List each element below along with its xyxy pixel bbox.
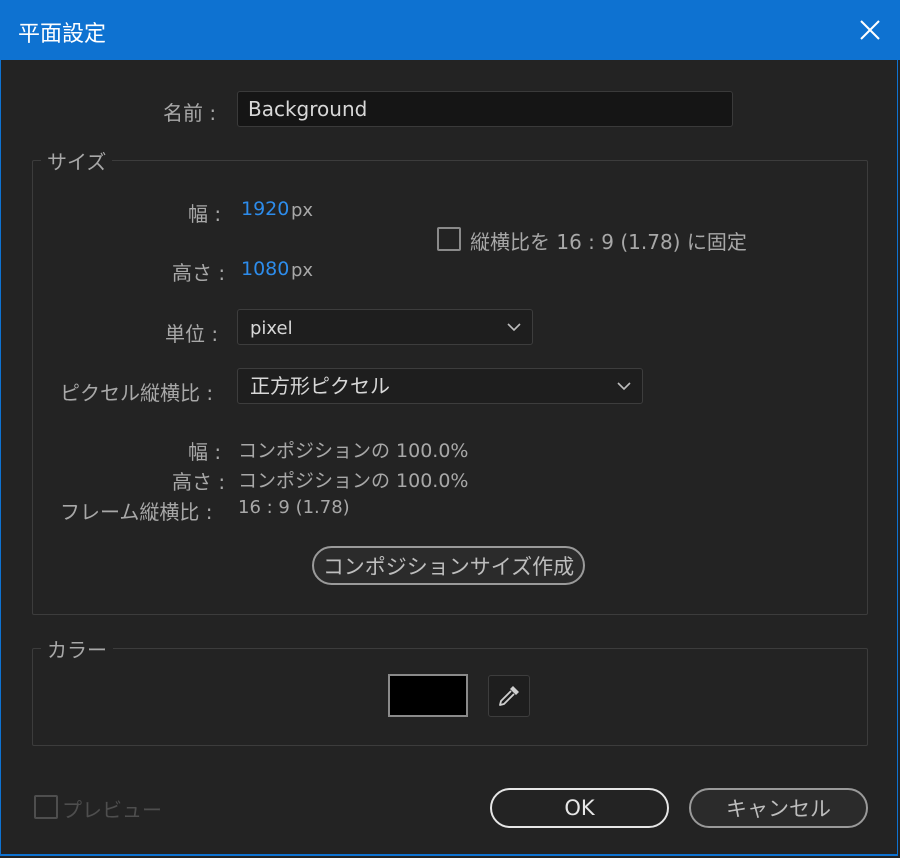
units-label: 単位 : [165, 322, 219, 346]
lock-aspect-label[interactable]: 縦横比を 16 : 9 (1.78) に固定 [470, 226, 747, 255]
comp-width-label: 幅 : [188, 440, 222, 464]
eyedropper-button[interactable] [488, 675, 530, 717]
preview-checkbox[interactable] [34, 795, 58, 819]
frame-aspect-value: 16 : 9 (1.78) [238, 497, 350, 518]
close-button[interactable] [854, 14, 886, 46]
name-input[interactable] [237, 91, 733, 127]
height-unit: px [291, 260, 314, 281]
units-dropdown[interactable]: pixel [237, 309, 533, 345]
eyedropper-icon [499, 686, 519, 706]
pixel-aspect-dropdown[interactable]: 正方形ピクセル [237, 368, 643, 404]
chevron-down-icon [507, 323, 521, 332]
comp-width-value: コンポジションの 100.0% [238, 440, 469, 462]
units-value: pixel [250, 318, 293, 339]
width-unit: px [291, 200, 314, 221]
chevron-down-icon [617, 382, 631, 391]
ok-label: OK [564, 796, 595, 820]
width-label: 幅 : [188, 202, 222, 226]
height-value[interactable]: 1080 [241, 258, 289, 280]
lock-aspect-checkbox[interactable] [437, 227, 461, 251]
preview-label[interactable]: プレビュー [62, 794, 162, 823]
width-value[interactable]: 1920 [241, 198, 289, 220]
title-bar: 平面設定 [0, 0, 900, 60]
pixel-aspect-value: 正方形ピクセル [250, 374, 390, 398]
comp-height-label: 高さ : [172, 470, 226, 494]
name-label: 名前 : [163, 101, 217, 125]
ok-button[interactable]: OK [490, 788, 669, 828]
frame-aspect-label: フレーム縦横比 : [60, 500, 213, 524]
window-title: 平面設定 [18, 22, 107, 47]
color-swatch[interactable] [388, 674, 468, 717]
comp-height-value: コンポジションの 100.0% [238, 470, 469, 492]
cancel-label: キャンセル [726, 797, 831, 821]
cancel-button[interactable]: キャンセル [689, 788, 868, 828]
make-comp-size-button[interactable]: コンポジションサイズ作成 [312, 546, 585, 585]
close-icon [860, 20, 880, 40]
color-legend: カラー [47, 638, 107, 662]
size-legend: サイズ [47, 150, 107, 174]
height-label: 高さ : [172, 261, 226, 285]
pixel-aspect-label: ピクセル縦横比 : [60, 381, 214, 405]
make-comp-size-label: コンポジションサイズ作成 [322, 554, 575, 579]
